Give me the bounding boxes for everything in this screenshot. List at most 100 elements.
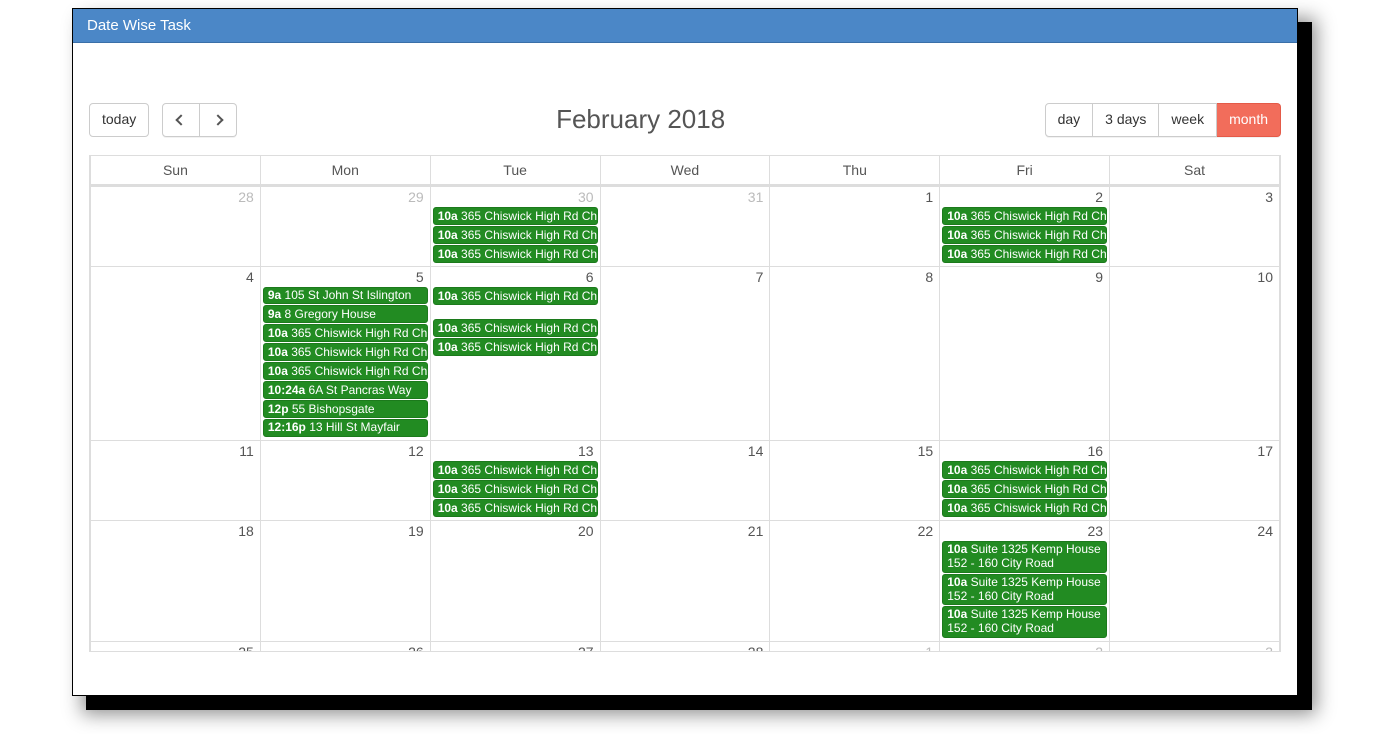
calendar-event[interactable]: 10a 365 Chiswick High Rd Chis (263, 362, 428, 380)
view-day-button[interactable]: day (1045, 103, 1094, 137)
calendar-event[interactable]: 10a 365 Chiswick High Rd Chis (942, 480, 1107, 498)
event-time: 10a (438, 228, 458, 242)
event-time: 10a (438, 209, 458, 223)
view-month-button[interactable]: month (1217, 103, 1281, 137)
day-events (91, 461, 260, 463)
calendar-day-cell[interactable]: 2 (940, 641, 1110, 650)
next-button[interactable] (200, 103, 237, 137)
calendar-event[interactable]: 10a 365 Chiswick High Rd Chis (433, 338, 598, 356)
calendar-day-cell[interactable]: 12 (260, 441, 430, 521)
calendar-week: 18192021222310a Suite 1325 Kemp House 15… (91, 521, 1280, 642)
calendar-event[interactable]: 10:24a 6A St Pancras Way (263, 381, 428, 399)
calendar-day-cell[interactable]: 610a 365 Chiswick High Rd Chis10a 365 Ch… (430, 266, 600, 441)
dow-header: Mon (260, 156, 430, 185)
calendar-event[interactable]: 9a 8 Gregory House (263, 305, 428, 323)
calendar-day-cell[interactable]: 210a 365 Chiswick High Rd Chis10a 365 Ch… (940, 186, 1110, 266)
calendar-event[interactable]: 10a 365 Chiswick High Rd Chis (433, 499, 598, 517)
calendar-event[interactable]: 10a 365 Chiswick High Rd Chis (942, 461, 1107, 479)
calendar-day-cell[interactable]: 21 (600, 521, 770, 642)
event-time: 9a (268, 307, 281, 321)
day-number: 14 (601, 441, 770, 461)
calendar-event[interactable]: 10a 365 Chiswick High Rd Chis (942, 207, 1107, 225)
calendar-day-cell[interactable]: 14 (600, 441, 770, 521)
day-events: 10a 365 Chiswick High Rd Chis10a 365 Chi… (940, 461, 1109, 520)
calendar-day-cell[interactable]: 19 (260, 521, 430, 642)
calendar-day-cell[interactable]: 2310a Suite 1325 Kemp House 152 - 160 Ci… (940, 521, 1110, 642)
calendar-day-cell[interactable]: 3 (1110, 186, 1280, 266)
day-number: 30 (431, 187, 600, 207)
dow-header: Tue (430, 156, 600, 185)
calendar-event[interactable]: 10a 365 Chiswick High Rd Chis (433, 287, 598, 305)
calendar-event[interactable]: 10a 365 Chiswick High Rd Chis (942, 245, 1107, 263)
calendar-event[interactable]: 9a 105 St John St Islington (263, 287, 428, 305)
calendar-day-cell[interactable]: 59a 105 St John St Islington9a 8 Gregory… (260, 266, 430, 441)
day-number: 13 (431, 441, 600, 461)
calendar-day-cell[interactable]: 10 (1110, 266, 1280, 441)
chevron-right-icon (212, 114, 223, 125)
prev-button[interactable] (162, 103, 200, 137)
calendar-event[interactable]: 12p 55 Bishopsgate (263, 400, 428, 418)
calendar-event[interactable]: 10a Suite 1325 Kemp House 152 - 160 City… (942, 574, 1107, 606)
calendar-day-cell[interactable]: 17 (1110, 441, 1280, 521)
day-number: 10 (1110, 267, 1279, 287)
calendar-day-cell[interactable]: 1 (770, 641, 940, 650)
event-time: 10a (438, 247, 458, 261)
calendar-day-cell[interactable]: 26 (260, 641, 430, 650)
calendar-day-cell[interactable]: 1310a 365 Chiswick High Rd Chis10a 365 C… (430, 441, 600, 521)
calendar-day-cell[interactable]: 3010a 365 Chiswick High Rd Chis10a 365 C… (430, 186, 600, 266)
day-events (1110, 461, 1279, 463)
calendar-event[interactable]: 10a 365 Chiswick High Rd Chis (433, 461, 598, 479)
day-events (261, 541, 430, 543)
calendar-day-cell[interactable]: 9 (940, 266, 1110, 441)
calendar-event[interactable]: 10a 365 Chiswick High Rd Chis (263, 343, 428, 361)
calendar-day-cell[interactable]: 18 (91, 521, 261, 642)
event-time: 10a (438, 463, 458, 477)
event-time: 10a (268, 345, 288, 359)
calendar-scroll[interactable]: 28293010a 365 Chiswick High Rd Chis10a 3… (90, 185, 1280, 651)
calendar-event[interactable]: 10a 365 Chiswick High Rd Chis (433, 226, 598, 244)
calendar-event[interactable]: 10a 365 Chiswick High Rd Chis (263, 324, 428, 342)
day-events (770, 207, 939, 209)
calendar-day-cell[interactable]: 8 (770, 266, 940, 441)
calendar-day-cell[interactable]: 20 (430, 521, 600, 642)
calendar-event[interactable]: 10a 365 Chiswick High Rd Chis (942, 499, 1107, 517)
calendar-event[interactable]: 10a 365 Chiswick High Rd Chis (433, 480, 598, 498)
view-3days-button[interactable]: 3 days (1093, 103, 1159, 137)
calendar-day-cell[interactable]: 31 (600, 186, 770, 266)
calendar-day-cell[interactable]: 25 (91, 641, 261, 650)
day-events (261, 461, 430, 463)
event-time: 10a (947, 575, 967, 589)
calendar-day-cell[interactable]: 24 (1110, 521, 1280, 642)
calendar-day-cell[interactable]: 27 (430, 641, 600, 650)
today-button[interactable]: today (89, 103, 149, 137)
calendar-day-cell[interactable]: 3 (1110, 641, 1280, 650)
day-events (601, 287, 770, 289)
calendar-day-cell[interactable]: 1610a 365 Chiswick High Rd Chis10a 365 C… (940, 441, 1110, 521)
calendar-day-cell[interactable]: 29 (260, 186, 430, 266)
toolbar-left: today (89, 103, 237, 137)
day-number: 8 (770, 267, 939, 287)
calendar-day-cell[interactable]: 28 (600, 641, 770, 650)
calendar-event[interactable]: 10a Suite 1325 Kemp House 152 - 160 City… (942, 541, 1107, 573)
calendar-event[interactable]: 10a 365 Chiswick High Rd Chis (433, 319, 598, 337)
calendar-event[interactable]: 10a Suite 1325 Kemp House 152 - 160 City… (942, 606, 1107, 638)
view-week-button[interactable]: week (1159, 103, 1217, 137)
calendar-day-cell[interactable]: 7 (600, 266, 770, 441)
event-time: 10a (438, 482, 458, 496)
day-number: 18 (91, 521, 260, 541)
calendar-day-cell[interactable]: 4 (91, 266, 261, 441)
calendar-day-cell[interactable]: 11 (91, 441, 261, 521)
event-time: 10a (438, 340, 458, 354)
day-number: 1 (770, 642, 939, 651)
event-time: 10a (268, 364, 288, 378)
calendar-day-cell[interactable]: 15 (770, 441, 940, 521)
calendar-event[interactable]: 10a 365 Chiswick High Rd Chis (433, 245, 598, 263)
calendar-event[interactable]: 10a 365 Chiswick High Rd Chis (433, 207, 598, 225)
calendar-week: 11121310a 365 Chiswick High Rd Chis10a 3… (91, 441, 1280, 521)
calendar-day-cell[interactable]: 22 (770, 521, 940, 642)
calendar-day-cell[interactable]: 1 (770, 186, 940, 266)
calendar-event[interactable]: 12:16p 13 Hill St Mayfair (263, 419, 428, 437)
calendar-day-cell[interactable]: 28 (91, 186, 261, 266)
calendar-event[interactable]: 10a 365 Chiswick High Rd Chis (942, 226, 1107, 244)
day-number: 12 (261, 441, 430, 461)
